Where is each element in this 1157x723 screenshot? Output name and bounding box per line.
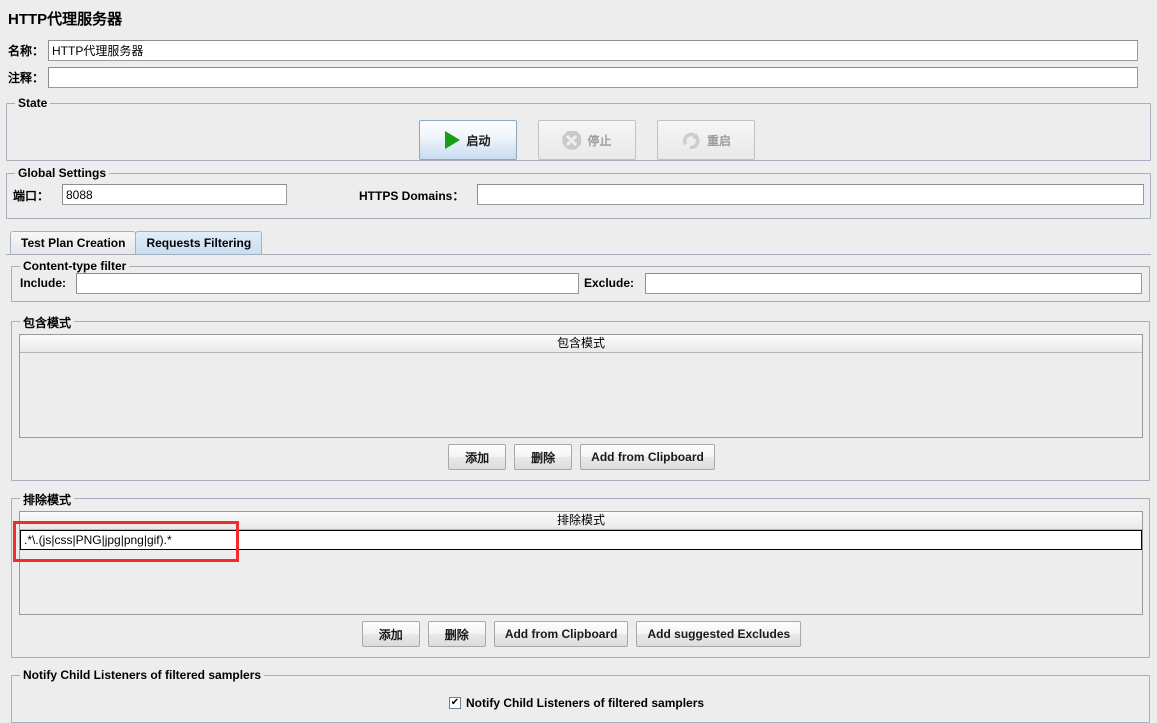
notify-checkbox-label: Notify Child Listeners of filtered sampl… [466,696,705,710]
exclude-patterns-button-row: 添加 删除 Add from Clipboard Add suggested E… [12,621,1151,647]
stop-button-label: 停止 [587,133,612,148]
content-type-filter-title: Content-type filter [20,259,130,273]
exclude-delete-button[interactable]: 删除 [427,621,486,647]
notify-checkbox-row[interactable]: ✔ Notify Child Listeners of filtered sam… [449,696,704,710]
comment-label: 注释： [8,71,45,85]
include-add-from-clipboard-button[interactable]: Add from Clipboard [580,444,715,470]
restart-button[interactable]: 重启 [657,120,755,160]
port-label: 端口： [13,189,50,203]
exclude-patterns-group: 排除模式 排除模式 .*\.(js|css|PNG|jpg|png|gif).*… [11,491,1151,658]
include-patterns-button-row: 添加 删除 Add from Clipboard [12,444,1151,470]
tab-test-plan-creation[interactable]: Test Plan Creation [10,231,137,254]
restart-button-label: 重启 [706,133,731,148]
state-group-title: State [15,96,51,110]
notify-checkbox[interactable]: ✔ [449,697,461,709]
exclude-patterns-table-body[interactable]: .*\.(js|css|PNG|jpg|png|gif).* [20,530,1142,614]
exclude-add-button[interactable]: 添加 [361,621,420,647]
comment-row: 注释： [0,67,1157,88]
notify-group: Notify Child Listeners of filtered sampl… [11,668,1150,723]
exclude-patterns-table[interactable]: 排除模式 .*\.(js|css|PNG|jpg|png|gif).* [19,511,1143,615]
restart-icon [681,131,701,149]
play-icon [445,131,461,149]
exclude-patterns-column-header: 排除模式 [20,512,1142,530]
https-domains-label: HTTPS Domains： [359,189,465,203]
name-label: 名称： [8,44,45,58]
https-domains-input[interactable] [477,184,1144,205]
add-suggested-excludes-button[interactable]: Add suggested Excludes [636,621,802,647]
content-type-exclude-input[interactable] [645,273,1142,294]
notify-group-title: Notify Child Listeners of filtered sampl… [20,668,265,682]
exclude-patterns-title: 排除模式 [20,491,75,508]
tab-panel-divider [6,254,1151,255]
include-patterns-group: 包含模式 包含模式 添加 删除 Add from Clipboard [11,314,1151,481]
include-patterns-table-body[interactable] [20,353,1142,437]
global-settings-group-title: Global Settings [15,166,110,180]
name-row: 名称： [0,40,1157,61]
name-input[interactable] [48,40,1139,61]
tab-requests-filtering[interactable]: Requests Filtering [135,231,263,254]
exclude-label: Exclude: [584,276,635,290]
include-delete-button[interactable]: 删除 [514,444,573,470]
stop-icon [562,130,582,150]
content-type-filter-group: Content-type filter Include: Exclude: [11,259,1150,302]
include-add-button[interactable]: 添加 [448,444,507,470]
state-group: State 启动 停止 重启 [6,96,1151,161]
stop-button[interactable]: 停止 [538,120,636,160]
global-settings-group: Global Settings 端口： HTTPS Domains： [6,166,1151,219]
start-button[interactable]: 启动 [419,120,517,160]
include-patterns-column-header: 包含模式 [20,335,1142,353]
table-row[interactable]: .*\.(js|css|PNG|jpg|png|gif).* [20,530,1142,550]
content-type-include-input[interactable] [76,273,579,294]
comment-input[interactable] [48,67,1139,88]
port-input[interactable] [62,184,287,205]
http-proxy-server-panel: HTTP代理服务器 名称： 注释： State 启动 停止 重启 [0,0,1157,723]
page-title: HTTP代理服务器 [8,11,123,28]
start-button-label: 启动 [466,133,491,148]
tab-bar: Test Plan Creation Requests Filtering [10,231,263,254]
include-patterns-title: 包含模式 [20,314,75,331]
include-patterns-table[interactable]: 包含模式 [19,334,1143,438]
include-label: Include: [20,276,67,290]
exclude-add-from-clipboard-button[interactable]: Add from Clipboard [493,621,629,647]
